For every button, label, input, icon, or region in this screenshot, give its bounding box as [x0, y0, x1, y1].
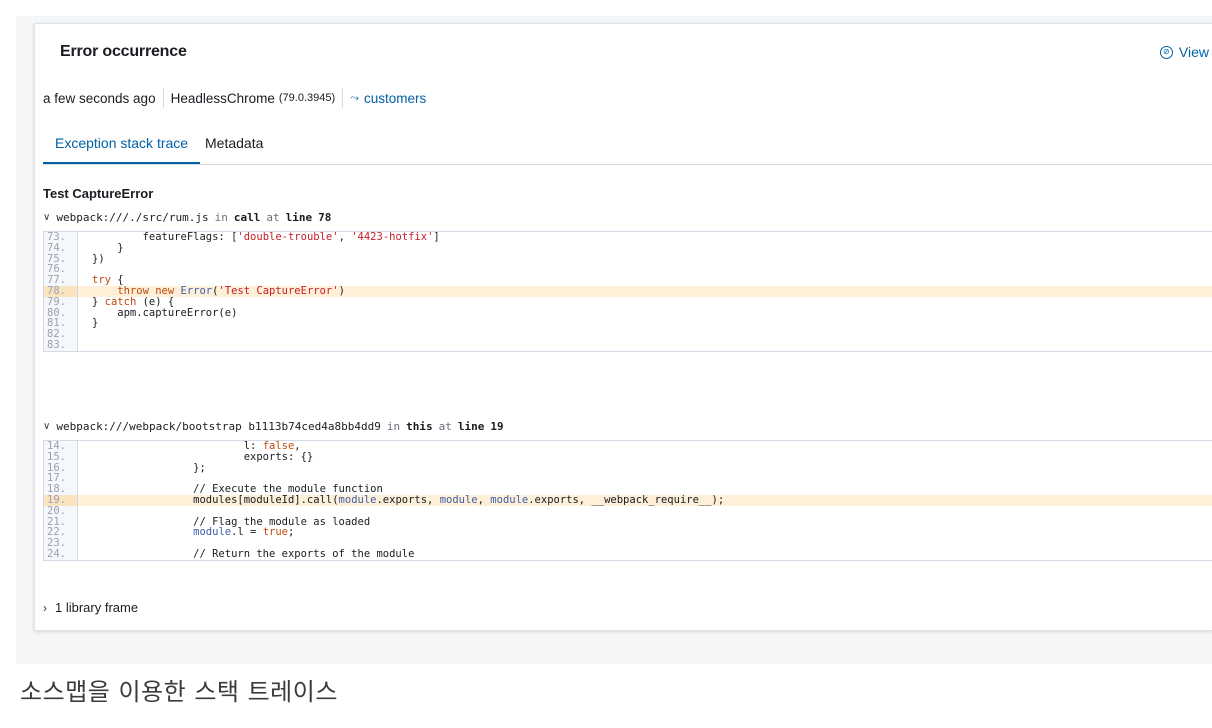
frame-in-label: in [386, 420, 401, 433]
view-occurrences-link[interactable]: ⊘ View [1159, 44, 1209, 60]
tab-exception-stack-trace[interactable]: Exception stack trace [43, 128, 201, 164]
library-frames-toggle[interactable]: › 1 library frame [43, 600, 138, 615]
figure-caption: 소스맵을 이용한 스택 트레이스 [20, 678, 338, 706]
screenshot-area: Error occurrence ⊘ View a few seconds ag… [16, 16, 1212, 664]
error-occurrence-panel: Error occurrence ⊘ View a few seconds ag… [34, 23, 1212, 631]
frame-line-word: line [457, 420, 485, 433]
panel-title: Error occurrence [60, 43, 187, 60]
code-line: }) [92, 252, 105, 265]
occurrence-meta: a few seconds ago HeadlessChrome (79.0.3… [43, 88, 426, 108]
line-number: 74. [44, 242, 78, 254]
tab-metadata[interactable]: Metadata [193, 128, 275, 164]
frame-file: webpack:///webpack/bootstrap b1113b74ced… [56, 420, 381, 433]
browser-name: HeadlessChrome [170, 90, 275, 106]
timestamp: a few seconds ago [43, 90, 156, 106]
meta-divider [162, 88, 164, 108]
stack-frame-header[interactable]: ∨ webpack:///./src/rum.js in call at lin… [43, 211, 331, 224]
frame-file: webpack:///./src/rum.js [56, 211, 209, 224]
browser-version: (79.0.3945) [278, 92, 336, 104]
eye-closed-icon: ⊘ [1159, 45, 1173, 59]
highlighted-line: 78. throw new Error('Test CaptureError') [44, 286, 1212, 297]
frame-at-label: at [438, 420, 452, 433]
code-line: modules[moduleId].call(module.exports, m… [92, 493, 725, 506]
chevron-right-icon: › [43, 600, 47, 615]
transaction-link[interactable]: ⤳ customers [350, 91, 426, 106]
code-line: }; [92, 461, 206, 474]
exception-title: Test CaptureError [43, 186, 154, 201]
line-number: 15. [44, 451, 78, 463]
code-line: } [92, 241, 124, 254]
frame-line-number: 78 [318, 211, 332, 224]
frame-function: call [233, 211, 261, 224]
code-context: 73. featureFlags: ['double-trouble', '44… [43, 231, 1212, 352]
chevron-down-icon: ∨ [43, 212, 51, 223]
tab-bar: Exception stack trace Metadata [43, 128, 1212, 165]
code-context: 14. l: false, 15. exports: {} 16. }; 17.… [43, 440, 1212, 561]
chevron-down-icon: ∨ [43, 421, 51, 432]
code-line: } [92, 317, 99, 330]
line-number: 83. [44, 340, 78, 351]
line-number: 79. [44, 296, 78, 308]
frame-in-label: in [214, 211, 228, 224]
view-link-label: View [1178, 44, 1209, 60]
library-frames-label: 1 library frame [55, 600, 139, 615]
frame-line-word: line [285, 211, 313, 224]
transaction-name: customers [363, 90, 427, 106]
transaction-icon: ⤳ [350, 91, 359, 104]
code-comment: // Return the exports of the module [92, 547, 415, 560]
code-line: apm.captureError(e) [92, 306, 238, 319]
code-line: module.l = true; [193, 526, 295, 539]
code-line: exports: {} [92, 450, 314, 463]
code-line: } catch (e) { [92, 295, 175, 308]
frame-at-label: at [266, 211, 280, 224]
frame-function: this [406, 420, 433, 433]
stack-frame-header[interactable]: ∨ webpack:///webpack/bootstrap b1113b74c… [43, 420, 504, 433]
line-number: 24. [44, 549, 78, 560]
line-number: 20. [44, 505, 78, 517]
meta-divider [342, 88, 344, 108]
frame-line-number: 19 [490, 420, 504, 433]
highlighted-line: 19. modules[moduleId].call(module.export… [44, 495, 1212, 506]
code-line: featureFlags: ['double-trouble', '4423-h… [92, 231, 440, 243]
